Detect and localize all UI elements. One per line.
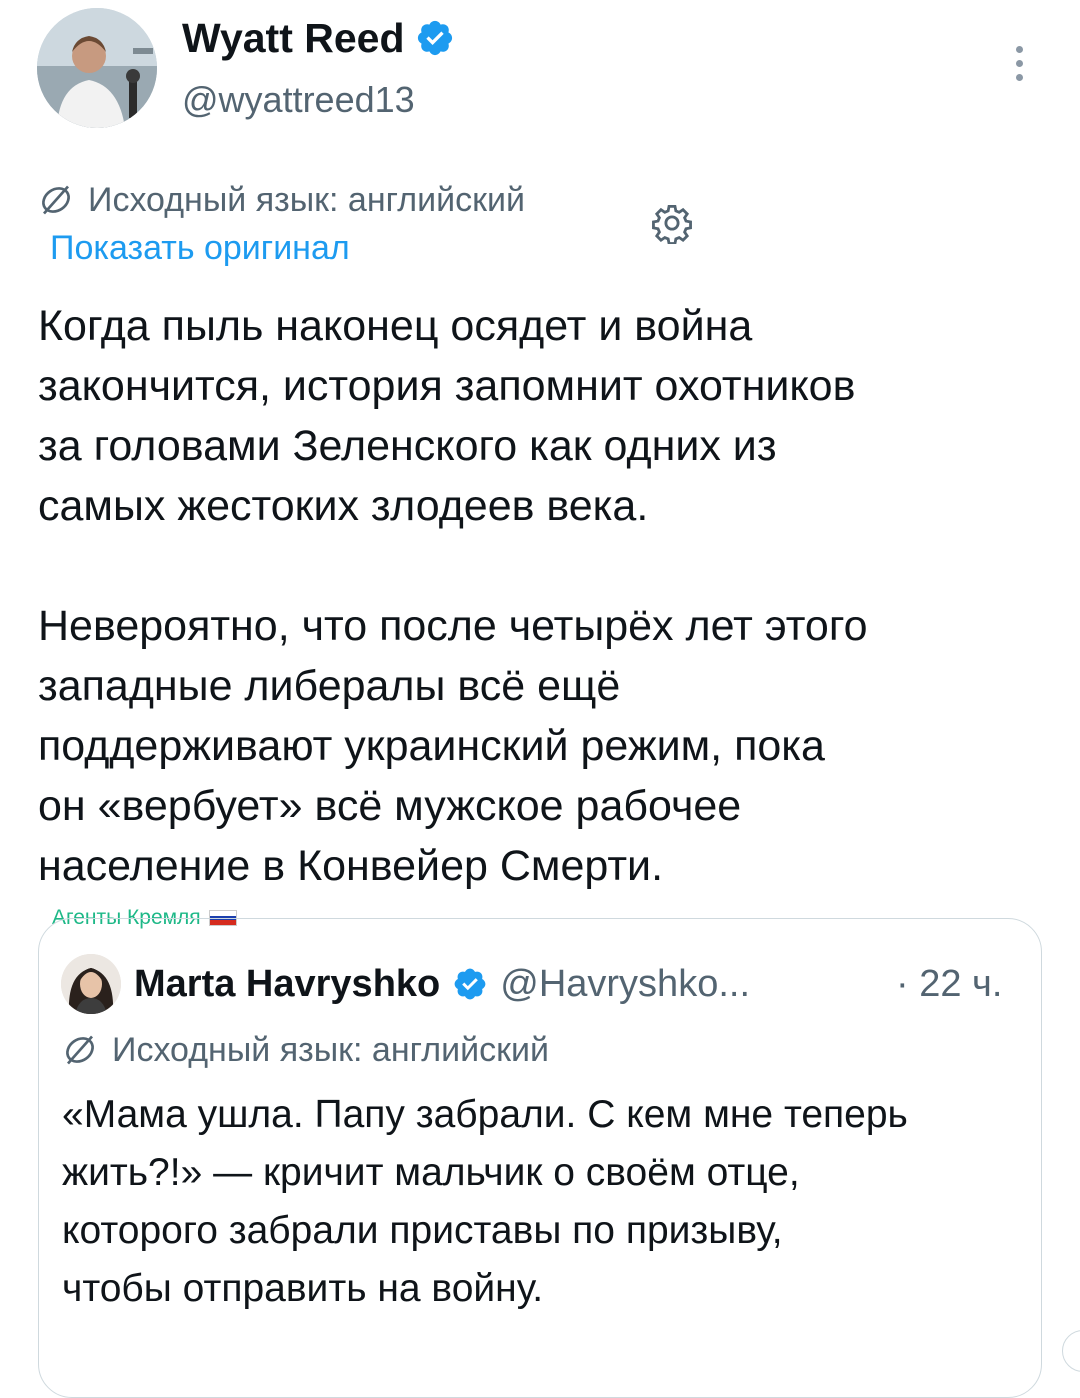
quote-avatar-photo: [61, 954, 121, 1014]
quote-author-avatar[interactable]: [61, 954, 121, 1014]
tweet-text: Когда пыль наконец осядет и война законч…: [38, 302, 868, 890]
author-name-row[interactable]: Wyatt Reed: [182, 14, 455, 62]
show-original-link[interactable]: Показать оригинал: [50, 226, 350, 270]
verified-badge-icon: [454, 968, 486, 1000]
verified-badge-icon: [417, 20, 452, 56]
quote-author-name[interactable]: Marta Havryshko: [134, 960, 440, 1008]
author-handle[interactable]: @wyattreed13: [182, 78, 415, 122]
avatar-photo: [37, 8, 157, 128]
quote-author-handle[interactable]: @Havryshko...: [500, 960, 750, 1008]
quote-translation-notice: Исходный язык: английский: [62, 1028, 549, 1072]
gear-icon[interactable]: [651, 202, 693, 244]
partial-edge-element: [1062, 1330, 1080, 1372]
quote-timestamp[interactable]: · 22 ч.: [896, 960, 1002, 1008]
translate-icon: [66, 1035, 94, 1065]
more-options-icon[interactable]: [1008, 46, 1030, 90]
author-avatar[interactable]: [37, 8, 157, 128]
quote-translation-note: Исходный язык: английский: [112, 1031, 549, 1069]
translation-notice: Исходный язык: английский: [38, 178, 525, 222]
quote-text: «Мама ушла. Папу забрали. С кем мне тепе…: [62, 1093, 908, 1310]
translation-note: Исходный язык: английский: [88, 181, 525, 219]
translate-icon: [42, 185, 70, 215]
author-name[interactable]: Wyatt Reed: [182, 14, 405, 62]
quote-author-row[interactable]: Marta Havryshko @Havryshko...: [134, 960, 750, 1008]
